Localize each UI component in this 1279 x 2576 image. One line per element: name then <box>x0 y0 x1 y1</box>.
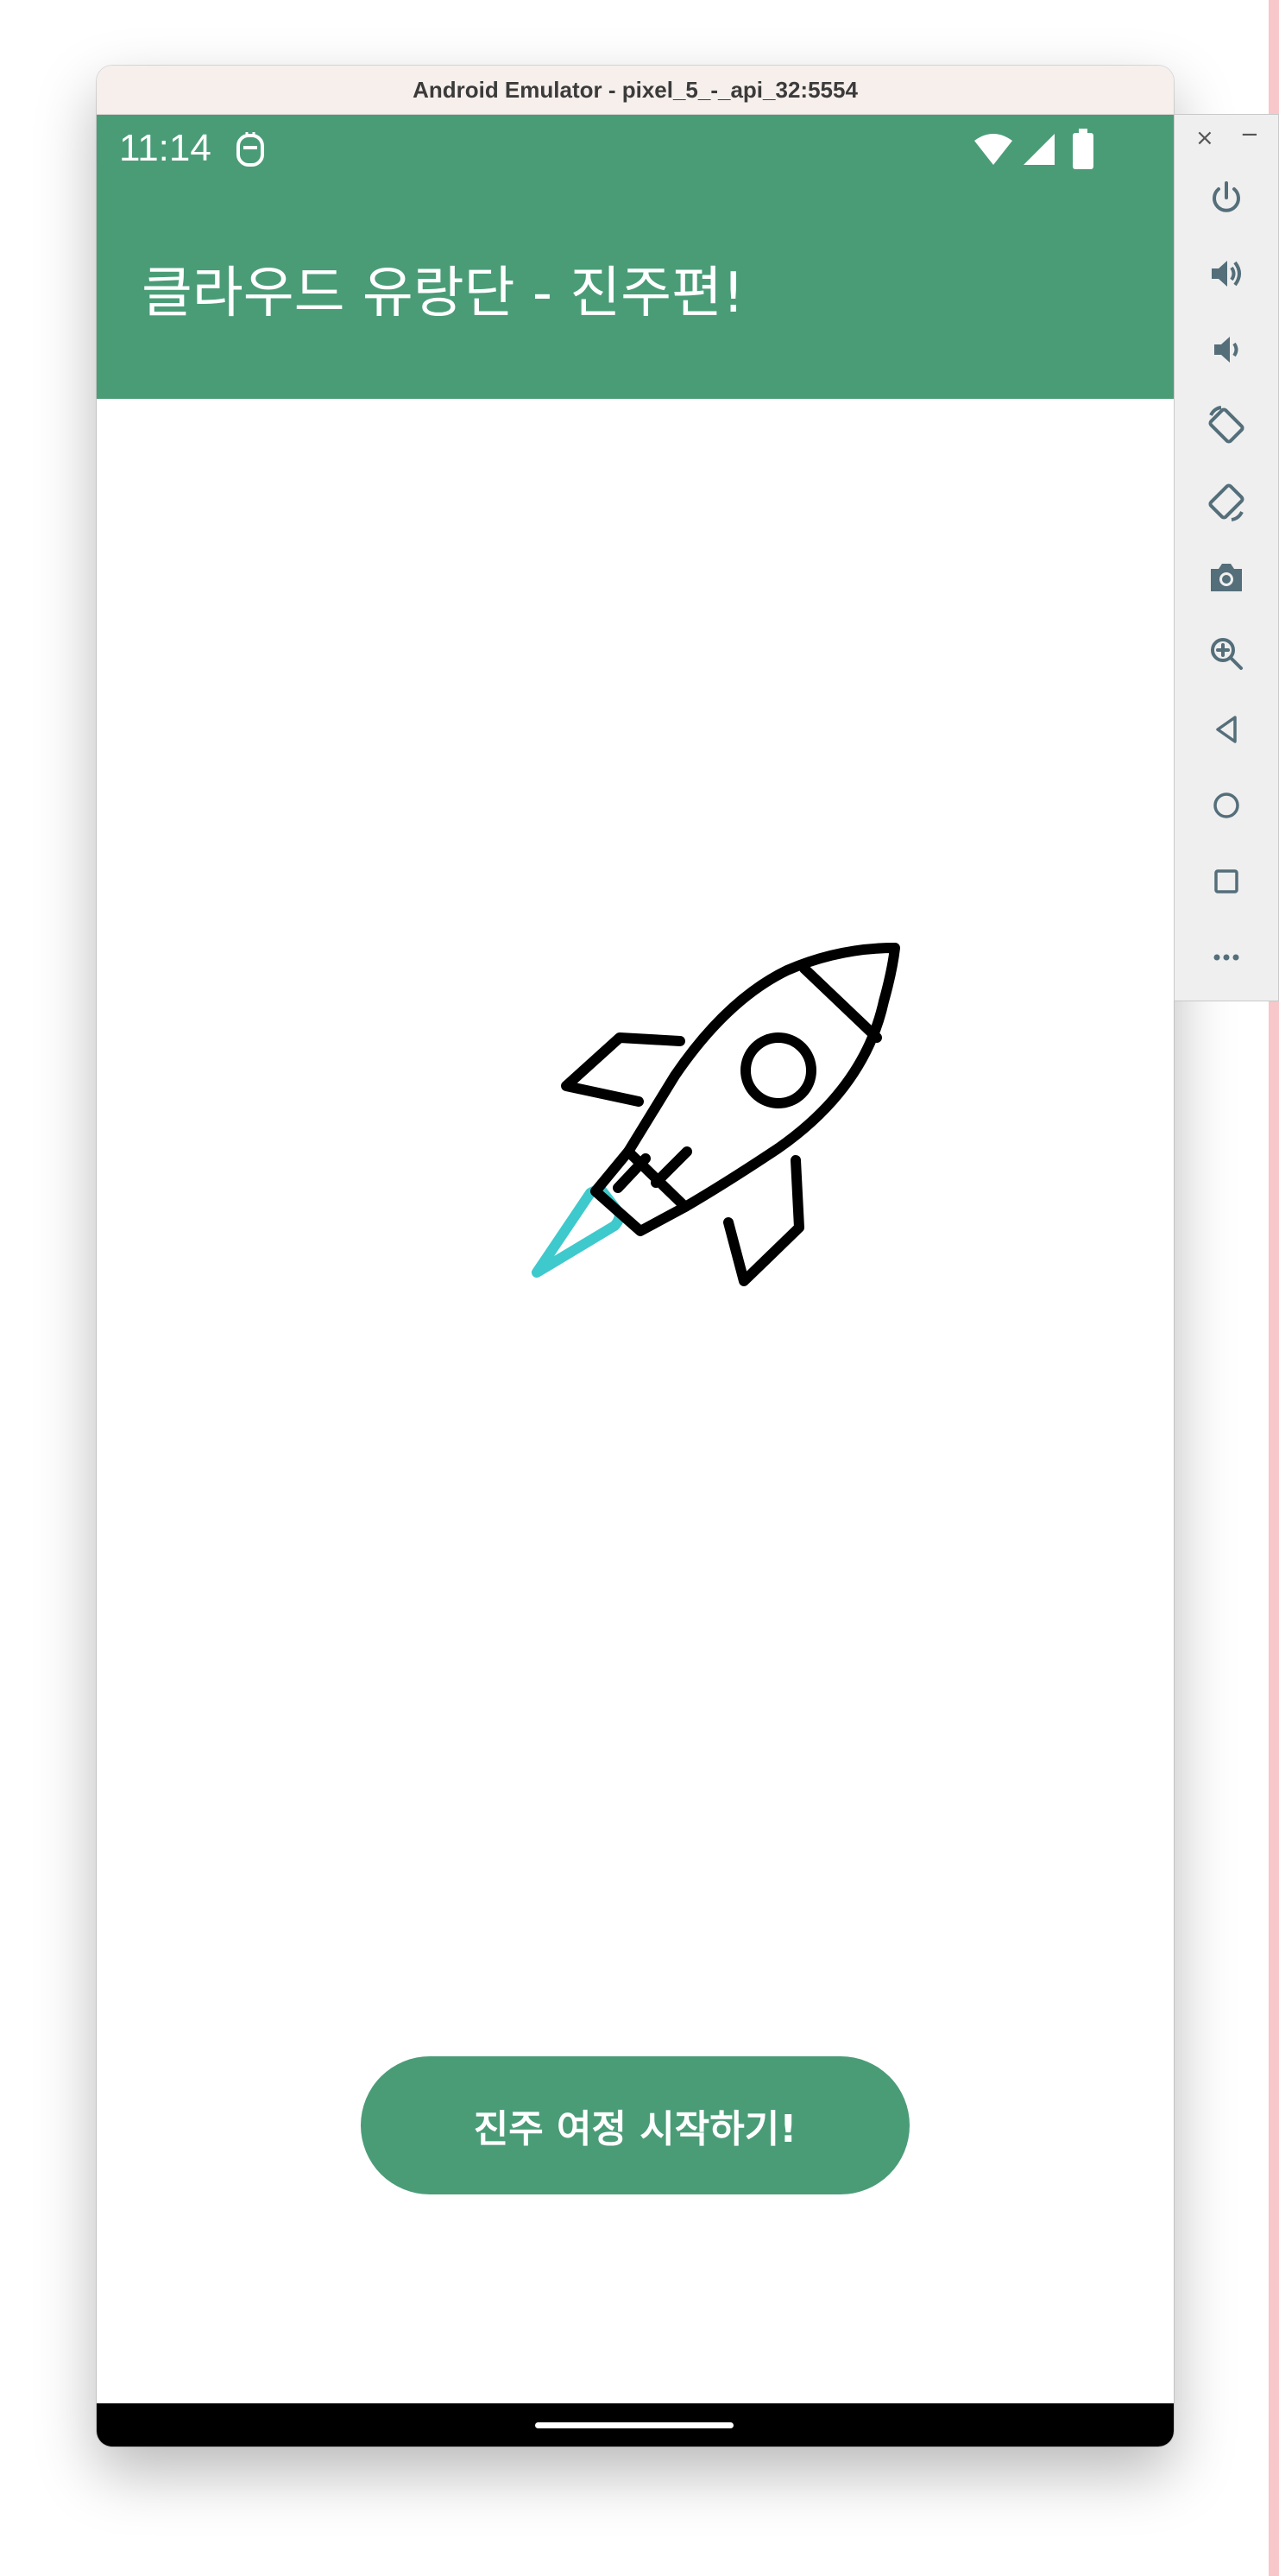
wifi-icon <box>973 132 1013 167</box>
app-title: 클라우드 유랑단 - 진주편! <box>142 262 745 325</box>
main-content: 진주 여정 시작하기! <box>97 399 1174 2447</box>
power-icon[interactable] <box>1204 175 1249 220</box>
window-title: Android Emulator - pixel_5_-_api_32:5554 <box>413 76 858 103</box>
more-icon[interactable] <box>1204 935 1249 980</box>
status-bar: 11:14 <box>97 115 1174 183</box>
status-time: 11:14 <box>119 127 211 169</box>
emulator-window: Android Emulator - pixel_5_-_api_32:5554… <box>97 66 1174 2447</box>
toolbar-close-button[interactable]: × <box>1195 125 1214 151</box>
gesture-handle[interactable] <box>535 2422 734 2428</box>
app-bar: 클라우드 유랑단 - 진주편! <box>97 183 1174 399</box>
notification-icon <box>231 130 269 170</box>
volume-down-icon[interactable] <box>1204 327 1249 372</box>
battery-icon <box>1072 129 1094 170</box>
rotate-left-icon[interactable] <box>1204 403 1249 448</box>
home-icon[interactable] <box>1204 783 1249 828</box>
camera-icon[interactable] <box>1204 555 1249 600</box>
rotate-right-icon[interactable] <box>1204 479 1249 524</box>
window-titlebar[interactable]: Android Emulator - pixel_5_-_api_32:5554 <box>97 66 1174 115</box>
toolbar-minimize-button[interactable]: − <box>1240 122 1259 148</box>
zoom-icon[interactable] <box>1204 631 1249 676</box>
emulator-toolbar: × − <box>1174 114 1279 1001</box>
overview-icon[interactable] <box>1204 859 1249 904</box>
rocket-icon <box>532 943 900 1286</box>
start-journey-button[interactable]: 진주 여정 시작하기! <box>361 2056 910 2194</box>
cell-signal-icon <box>1022 132 1056 167</box>
navigation-bar <box>97 2403 1174 2447</box>
rocket-illustration <box>468 898 917 1347</box>
volume-up-icon[interactable] <box>1204 251 1249 296</box>
back-icon[interactable] <box>1204 707 1249 752</box>
desktop: Android Emulator - pixel_5_-_api_32:5554… <box>0 0 1279 2576</box>
